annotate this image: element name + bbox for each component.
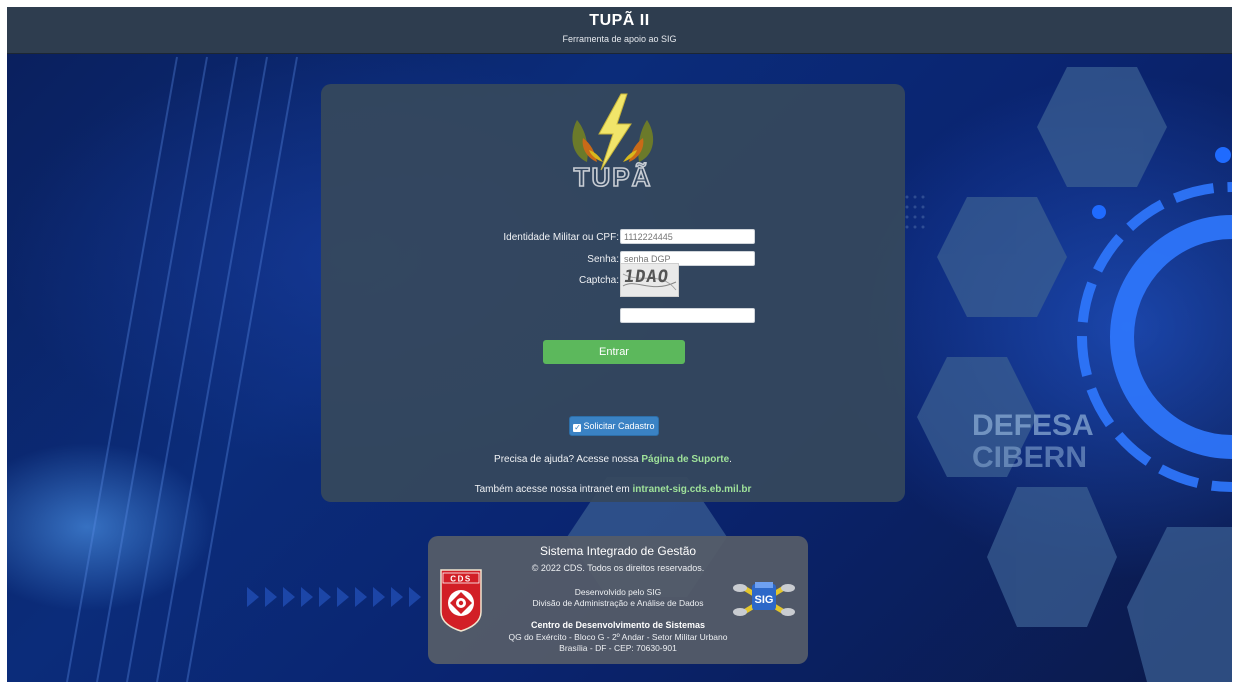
tupa-logo: TUPÃ [572, 93, 654, 190]
identity-row: Identidade Militar ou CPF: [321, 229, 905, 247]
password-row: Senha: [321, 251, 905, 269]
intranet-line: Também acesse nossa intranet em intranet… [321, 484, 905, 495]
footer-address-line-2: Brasília - DF - CEP: 70630-901 [559, 643, 677, 653]
captcha-label: Captcha: [578, 275, 619, 286]
watermark-text-2: CIBERN [972, 441, 1087, 474]
identity-input[interactable] [620, 229, 755, 244]
footer-copyright: © 2022 CDS. Todos os direitos reservados… [428, 563, 808, 573]
captcha-image: 1DAO [620, 263, 679, 297]
top-header-bar: TUPÃ II Ferramenta de apoio ao SIG [7, 7, 1232, 54]
footer-copyright-text: 2022 CDS. Todos os direitos reservados. [540, 563, 705, 573]
captcha-row: Captcha: [321, 272, 905, 290]
register-button[interactable]: ✓ Solicitar Cadastro [569, 416, 659, 436]
cds-badge-text: CDS [450, 575, 471, 584]
intranet-text: Também acesse nossa intranet em [474, 484, 633, 495]
help-line: Precisa de ajuda? Acesse nossa Página de… [321, 454, 905, 465]
watermark-text-1: DEFESA [972, 409, 1094, 442]
copyright-icon: © [531, 563, 539, 573]
password-label: Senha: [587, 254, 619, 265]
footer-title: Sistema Integrado de Gestão [539, 544, 697, 558]
app-subtitle: Ferramenta de apoio ao SIG [562, 34, 677, 44]
submit-button[interactable]: Entrar [543, 340, 685, 364]
captcha-text: 1DAO [622, 267, 671, 287]
app-title: TUPÃ II [589, 12, 650, 29]
edit-icon: ✓ [573, 422, 582, 432]
login-panel: TUPÃ Identidade Militar ou CPF: Senha: C… [321, 84, 905, 502]
captcha-input[interactable] [620, 308, 755, 323]
sig-logo-text: SIG [755, 594, 774, 606]
help-text: Precisa de ajuda? Acesse nossa [494, 454, 642, 465]
help-suffix: . [729, 454, 732, 465]
footer-address-line-1: QG do Exército - Bloco G - 2º Andar - Se… [508, 632, 728, 642]
page-frame: DEFESA CIBERN TUPÃ II Ferramenta de apoi… [7, 7, 1232, 682]
register-label: Solicitar Cadastro [583, 420, 655, 431]
footer-panel: CDS Sistema Integrado de Gestão © 2022 C… [428, 536, 808, 664]
intranet-link[interactable]: intranet-sig.cds.eb.mil.br [632, 484, 751, 495]
sig-logo: SIG [733, 582, 795, 616]
support-page-link[interactable]: Página de Suporte [641, 454, 729, 465]
identity-label: Identidade Militar ou CPF: [503, 232, 619, 243]
logo-text: TUPÃ [574, 162, 653, 190]
